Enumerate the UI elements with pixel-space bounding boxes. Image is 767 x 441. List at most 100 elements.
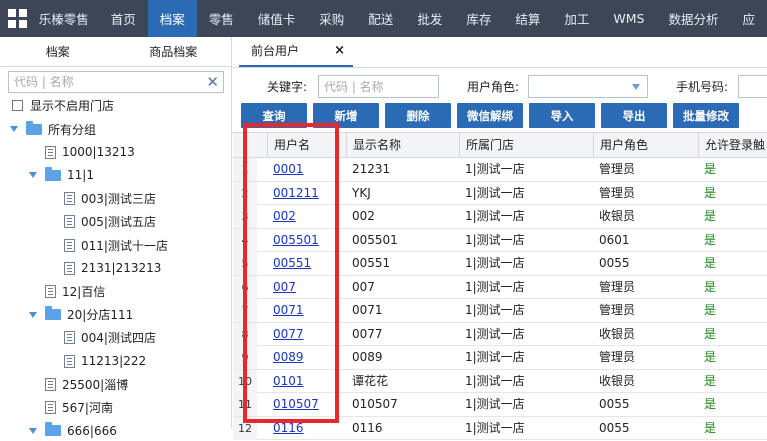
tree-node[interactable]: 1000|13213 [29,142,135,162]
col-allow-login-cell: 是 [698,205,767,228]
username-link[interactable]: 00551 [273,256,311,270]
tree-node[interactable]: 12|百信 [29,281,105,301]
username-link[interactable]: 010507 [273,397,319,411]
nav-item-retail[interactable]: 零售 [197,0,246,37]
nav-item-wms[interactable]: WMS [601,0,656,37]
nav-item-more[interactable]: 应 [730,0,767,37]
nav-item-data-analysis[interactable]: 数据分析 [656,0,730,37]
phone-input[interactable] [739,76,767,97]
tree-node[interactable]: 25500|淄博 [29,374,128,394]
show-disabled-row[interactable]: 显示不启用门店 [12,97,114,114]
col-display-name-header[interactable]: 显示名称 [346,133,459,157]
allow-login-value: 是 [704,256,717,270]
tree-node[interactable]: 004|测试四店 [48,328,156,348]
col-username-cell: 010507 [267,393,346,416]
row-number: 7 [233,299,257,322]
col-allow-login-cell: 是 [698,393,767,416]
keyword-label: 关键字: [267,80,308,94]
col-store-cell: 1|测试一店 [459,205,593,228]
col-allow-login-header[interactable]: 允许登录触 [698,133,767,157]
col-role-cell: 0055 [593,417,698,440]
nav-item-home[interactable]: 首页 [99,0,148,37]
table-row[interactable]: 3 002 002 1|测试一店 收银员 是 [233,205,767,229]
import-button[interactable]: 导入 [529,103,595,128]
close-icon[interactable]: × [334,43,345,58]
store-search-input[interactable] [9,72,199,92]
col-username-header[interactable]: 用户名 [267,133,346,157]
nav-item-stored-value-card[interactable]: 储值卡 [246,0,308,37]
username-link[interactable]: 0101 [273,374,304,388]
tree-node[interactable]: 11213|222 [48,351,146,371]
nav-item-processing[interactable]: 加工 [552,0,601,37]
nav-item-archive[interactable]: 档案 [147,0,197,37]
expand-arrow-icon[interactable] [29,427,37,434]
username-link[interactable]: 0071 [273,303,304,317]
app-grid-icon[interactable] [0,0,35,37]
col-role-cell: 0055 [593,393,698,416]
tree-node[interactable]: 所有分组 [10,119,96,139]
add-button[interactable]: 新增 [313,103,379,128]
table-row[interactable]: 8 0077 0077 1|测试一店 收银员 是 [233,322,767,346]
table-row[interactable]: 1 0001 21231 1|测试一店 管理员 是 [233,158,767,182]
table-row[interactable]: 5 00551 00551 1|测试一店 0055 是 [233,252,767,276]
table-row[interactable]: 6 007 007 1|测试一店 管理员 是 [233,275,767,299]
col-role-header[interactable]: 用户角色 [593,133,698,157]
nav-item-distribution[interactable]: 配送 [356,0,405,37]
username-link[interactable]: 0001 [273,162,304,176]
nav-item-settlement[interactable]: 结算 [503,0,552,37]
tree-node[interactable]: 666|666 [29,421,117,441]
table-row[interactable]: 12 0116 0116 1|测试一店 0055 是 [233,416,767,440]
table-row[interactable]: 7 0071 0071 1|测试一店 管理员 是 [233,299,767,323]
expand-arrow-icon[interactable] [29,311,37,318]
nav-item-wholesale[interactable]: 批发 [405,0,454,37]
role-select[interactable] [528,75,648,98]
tree-node[interactable]: 011|测试十一店 [48,235,168,255]
tree-node[interactable]: 20|分店111 [29,305,133,325]
col-username-cell: 001211 [267,182,346,205]
batch-edit-button[interactable]: 批量修改 [673,103,739,128]
nav-item-purchase[interactable]: 采购 [307,0,356,37]
col-display-name-value: 00551 [352,256,391,270]
username-link[interactable]: 002 [273,209,296,223]
col-display-name-cell: 005501 [346,229,459,252]
query-button[interactable]: 查询 [241,103,307,128]
col-role-cell: 0601 [593,229,698,252]
show-disabled-checkbox[interactable] [12,100,23,111]
document-icon [64,331,75,345]
expand-arrow-icon[interactable] [10,126,18,132]
nav-item-inventory[interactable]: 库存 [454,0,503,37]
tree-node[interactable]: 567|河南 [29,397,113,417]
delete-button[interactable]: 删除 [385,103,451,128]
username-link[interactable]: 007 [273,280,296,294]
tree-node-label: 2131|213213 [81,261,162,276]
username-link[interactable]: 0077 [273,327,304,341]
table-row[interactable]: 2 001211 YKJ 1|测试一店 管理员 是 [233,181,767,205]
wechat-unbind-button[interactable]: 微信解绑 [457,103,523,128]
left-panel: 档案 商品档案 ✕ 显示不启用门店 所有分组 1000|13213 11|1 003|… [0,37,232,438]
tree-node[interactable]: 005|测试五店 [48,212,156,232]
col-store-value: 1|测试一店 [465,397,525,411]
table-row[interactable]: 10 0101 谭花花 1|测试一店 收银员 是 [233,369,767,393]
tree-node-label: 12|百信 [62,284,106,299]
clear-icon[interactable]: ✕ [206,73,219,91]
username-link[interactable]: 001211 [273,186,319,200]
keyword-input[interactable] [319,76,438,97]
export-button[interactable]: 导出 [601,103,667,128]
col-store-header[interactable]: 所属门店 [459,133,593,157]
expand-arrow-icon[interactable] [29,172,37,179]
username-link[interactable]: 005501 [273,233,319,247]
col-role-cell: 管理员 [593,346,698,369]
table-row[interactable]: 4 005501 005501 1|测试一店 0601 是 [233,228,767,252]
tree-node[interactable]: 2131|213213 [48,258,161,278]
table-row[interactable]: 9 0089 0089 1|测试一店 管理员 是 [233,346,767,370]
username-link[interactable]: 0089 [273,350,304,364]
table-row[interactable]: 11 010507 010507 1|测试一店 0055 是 [233,393,767,417]
tab-front-users[interactable]: 前台用户 × [239,36,353,67]
document-icon [64,261,75,275]
tree-node[interactable]: 11|1 [29,165,94,185]
tab-product-archive[interactable]: 商品档案 [116,37,232,66]
col-role-cell: 收银员 [593,205,698,228]
col-store-value: 1|测试一店 [465,326,525,341]
tab-archive[interactable]: 档案 [0,37,116,66]
tree-node[interactable]: 003|测试三店 [48,189,156,209]
